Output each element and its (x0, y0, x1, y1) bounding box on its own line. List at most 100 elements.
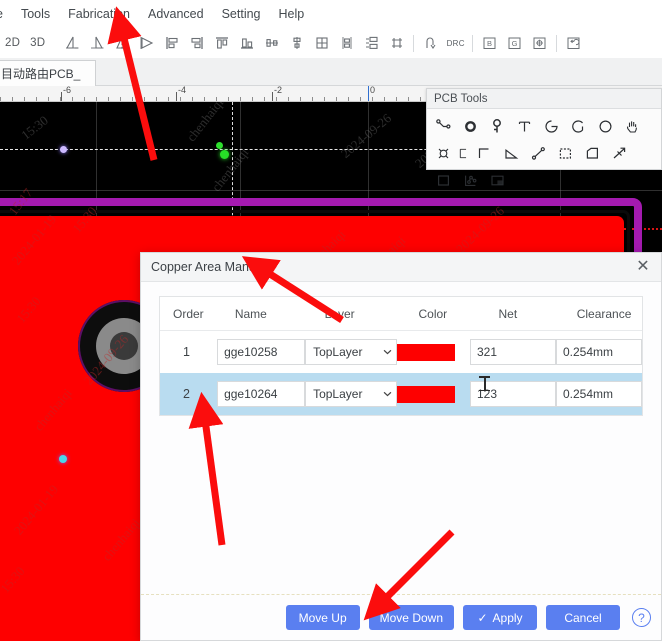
align-top-icon[interactable] (209, 30, 234, 56)
grid-icon[interactable] (309, 30, 334, 56)
tab-label: 目动路由PCB_ (1, 67, 81, 81)
ruler-tick-minor (96, 97, 97, 101)
line-icon[interactable] (471, 140, 498, 167)
clearance-input[interactable] (556, 381, 642, 407)
arc-center-icon[interactable] (565, 113, 592, 140)
apply-button[interactable]: ✓ Apply (463, 605, 537, 630)
angle-dimension-icon[interactable] (498, 140, 525, 167)
watermark: chenhaiqi (208, 145, 252, 195)
dialog-body: Order Name Layer Color Net Clearance 1 g… (141, 282, 661, 594)
move-up-button[interactable]: Move Up (285, 605, 360, 630)
align-right-icon[interactable] (184, 30, 209, 56)
panelize-icon[interactable] (384, 30, 409, 56)
pad-icon[interactable] (484, 113, 511, 140)
ruler-tick-minor (24, 97, 25, 101)
hole-icon[interactable] (430, 140, 457, 167)
copper-area-manager-dialog[interactable]: Copper Area Manager ✕ Order Name Layer C… (140, 252, 662, 641)
ruler-tick-minor (264, 97, 265, 101)
clearance-input[interactable] (556, 339, 642, 365)
tab-active-pcb[interactable]: 目动路由PCB_ (0, 60, 96, 86)
menu-item-file-clipped[interactable]: e (0, 3, 12, 25)
layer-select[interactable]: TopLayer (305, 339, 398, 365)
column-header-color: Color (418, 306, 448, 321)
toolbar-3d-button[interactable]: 3D (25, 37, 50, 49)
drc-icon[interactable]: DRC (443, 30, 468, 56)
track-node-selected[interactable] (216, 142, 223, 149)
ruler-tick-minor (36, 97, 37, 101)
track-icon[interactable] (430, 113, 457, 140)
close-icon[interactable]: ✕ (633, 257, 653, 277)
spacing-icon[interactable] (359, 30, 384, 56)
pcb-editor-window: e Tools Fabrication Advanced Setting Hel… (0, 0, 662, 641)
color-swatch[interactable] (397, 385, 456, 403)
menu-item-advanced[interactable]: Advanced (139, 3, 213, 25)
align-bottom-icon[interactable] (234, 30, 259, 56)
align-center-vertical-icon[interactable] (284, 30, 309, 56)
toolbar-2d-button[interactable]: 2D (0, 37, 25, 49)
arc-3point-icon[interactable] (538, 113, 565, 140)
circle-icon[interactable] (592, 113, 619, 140)
component-icon[interactable] (457, 167, 484, 194)
ruler-tick-minor (168, 97, 169, 101)
track-node-selected[interactable] (220, 150, 229, 159)
connection-icon[interactable] (525, 140, 552, 167)
menu-item-fabrication[interactable]: Fabrication (59, 3, 139, 25)
ruler-label: -4 (178, 86, 187, 95)
net-input[interactable] (470, 339, 556, 365)
measure-icon[interactable] (606, 140, 633, 167)
dialog-title-bar[interactable]: Copper Area Manager ✕ (141, 253, 661, 282)
row-order-value: 2 (183, 387, 190, 401)
name-input[interactable] (217, 339, 306, 365)
flip-horizontal-icon[interactable] (59, 30, 84, 56)
region-icon[interactable] (457, 140, 471, 167)
mirror-icon[interactable] (109, 30, 134, 56)
undo-board-icon[interactable] (561, 30, 586, 56)
via-icon[interactable] (457, 113, 484, 140)
copper-area-table: Order Name Layer Color Net Clearance 1 g… (159, 296, 643, 416)
align-left-icon[interactable] (159, 30, 184, 56)
cancel-button[interactable]: Cancel (546, 605, 620, 630)
color-swatch[interactable] (397, 343, 456, 361)
help-icon[interactable]: ? (632, 608, 651, 627)
name-input[interactable] (217, 381, 306, 407)
menu-item-tools[interactable]: Tools (12, 3, 59, 25)
via-node[interactable] (59, 455, 67, 463)
distribute-horizontal-icon[interactable] (259, 30, 284, 56)
route-icon[interactable] (418, 30, 443, 56)
mounting-pad-inner (110, 332, 138, 360)
board-g-icon[interactable]: G (502, 30, 527, 56)
row-order-value: 1 (183, 345, 190, 359)
watermark: 15:30 (18, 112, 51, 143)
image-icon[interactable] (484, 167, 511, 194)
ruler-tick-minor (324, 97, 325, 101)
row-color-cell (397, 343, 470, 361)
track-node[interactable] (60, 146, 67, 153)
flip-vertical-icon[interactable] (84, 30, 109, 56)
pcb-tools-panel[interactable]: PCB Tools (426, 88, 662, 186)
layer-select[interactable]: TopLayer (305, 381, 398, 407)
table-row[interactable]: 1 TopLayer (160, 331, 642, 373)
table-row[interactable]: 2 TopLayer (160, 373, 642, 415)
hand-pan-icon[interactable] (619, 113, 646, 140)
distribute-vertical-icon[interactable] (334, 30, 359, 56)
ruler-tick-minor (288, 97, 289, 101)
solid-region-icon[interactable] (552, 140, 579, 167)
column-header-name: Name (234, 306, 267, 321)
move-down-button[interactable]: Move Down (368, 605, 454, 630)
polygon-pour-icon[interactable] (579, 140, 606, 167)
text-icon[interactable] (511, 113, 538, 140)
rectangle-icon[interactable] (430, 167, 457, 194)
toolbar-divider-2 (472, 34, 474, 52)
ruler-tick-minor (156, 97, 157, 101)
ruler-tick-minor (180, 97, 181, 101)
ruler-tick-minor (408, 97, 409, 101)
ruler-tick-minor (72, 97, 73, 101)
board-o-icon[interactable] (527, 30, 552, 56)
rotate-icon[interactable] (134, 30, 159, 56)
apply-label: Apply (492, 610, 523, 625)
board-b-icon[interactable]: B (477, 30, 502, 56)
ruler-tick-minor (84, 97, 85, 101)
menu-item-setting[interactable]: Setting (213, 3, 270, 25)
menu-item-help[interactable]: Help (270, 3, 314, 25)
menu-bar: e Tools Fabrication Advanced Setting Hel… (0, 0, 662, 28)
